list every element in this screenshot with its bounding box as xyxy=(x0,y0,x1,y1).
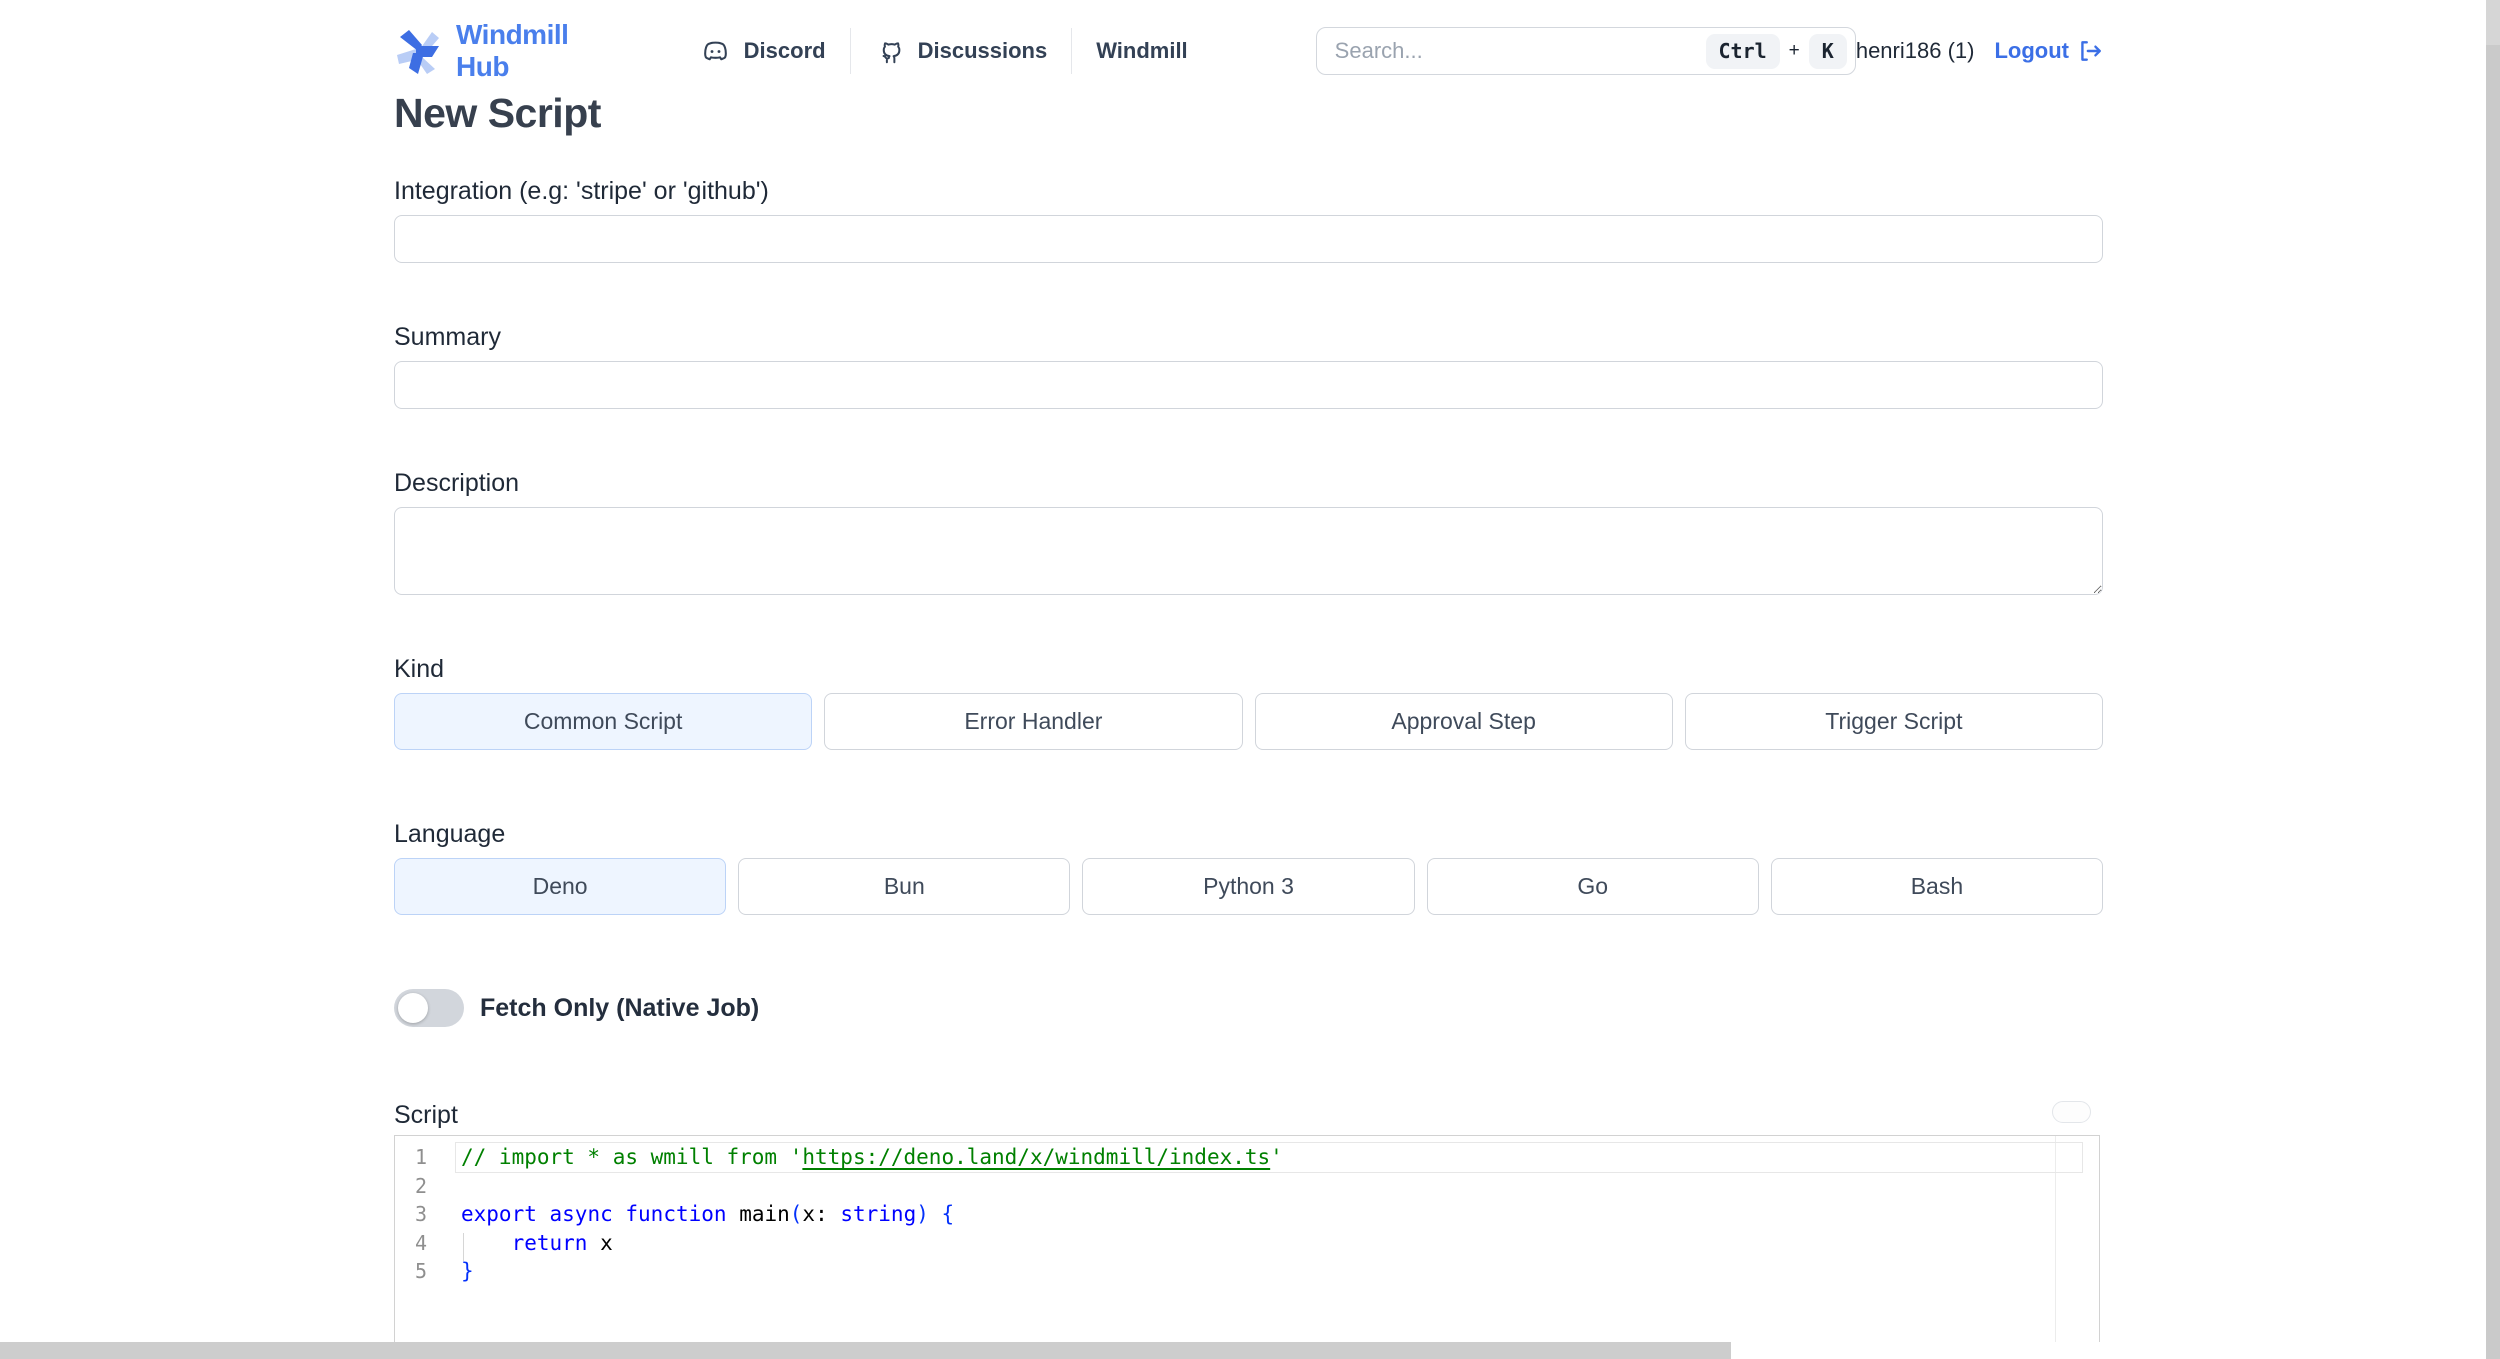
github-icon xyxy=(875,36,905,66)
logout-label: Logout xyxy=(1994,38,2069,63)
editor-code-lines: 1 // import * as wmill from 'https://den… xyxy=(395,1136,2099,1286)
line-number: 5 xyxy=(414,1259,427,1283)
code-line-text: return x xyxy=(511,1230,613,1255)
header: Windmill Hub Discord Discussions Windmil… xyxy=(394,0,2103,82)
search-input[interactable] xyxy=(1334,38,1706,64)
summary-input[interactable] xyxy=(394,361,2103,409)
kind-label: Kind xyxy=(394,655,445,683)
description-label: Description xyxy=(394,469,520,497)
kbd-ctrl: Ctrl xyxy=(1705,33,1780,69)
language-group: Language Deno Bun Python 3 Go Bash xyxy=(394,818,2104,915)
language-option-python3[interactable]: Python 3 xyxy=(1082,858,1415,915)
kind-group: Kind Common Script Error Handler Approva… xyxy=(394,653,2103,750)
kbd-k: K xyxy=(1808,33,1847,69)
fetch-only-group: Fetch Only (Native Job) xyxy=(394,989,2103,1027)
kind-option-error-handler[interactable]: Error Handler xyxy=(824,693,1243,750)
logout-icon xyxy=(2077,38,2103,64)
vertical-scrollbar-track[interactable] xyxy=(2486,0,2500,1359)
toggle-knob-icon xyxy=(398,993,428,1023)
language-option-bash[interactable]: Bash xyxy=(1770,858,2104,915)
kbd-plus: + xyxy=(1788,40,1800,61)
kind-option-trigger-script[interactable]: Trigger Script xyxy=(1684,693,2103,750)
nav-windmill-link[interactable]: Windmill xyxy=(1096,38,1187,64)
line-number: 3 xyxy=(414,1202,427,1226)
header-nav: Discord Discussions Windmill xyxy=(700,28,1188,74)
code-line-text: export async function main(x: string) { xyxy=(461,1202,955,1226)
integration-group: Integration (e.g: 'stripe' or 'github') xyxy=(394,175,2103,263)
code-line: 2 xyxy=(395,1172,2099,1201)
language-option-deno[interactable]: Deno xyxy=(394,858,727,915)
nav-discussions-label: Discussions xyxy=(917,38,1048,63)
fetch-only-toggle[interactable] xyxy=(394,989,464,1027)
script-label: Script xyxy=(394,1101,458,1129)
nav-divider xyxy=(849,28,851,74)
description-textarea[interactable] xyxy=(394,507,2103,595)
kind-option-approval-step[interactable]: Approval Step xyxy=(1254,693,1673,750)
code-line: 4 return x xyxy=(395,1229,2099,1258)
code-line: 5 } xyxy=(395,1257,2099,1286)
script-group: Script 1 // import * as wmill from 'http… xyxy=(394,1099,2103,1359)
horizontal-scrollbar-track[interactable] xyxy=(0,1342,2500,1359)
user-area: henri186 (1) Logout xyxy=(1856,38,2103,64)
code-editor[interactable]: 1 // import * as wmill from 'https://den… xyxy=(394,1135,2100,1359)
integration-input[interactable] xyxy=(394,215,2103,263)
kind-option-common-script[interactable]: Common Script xyxy=(394,693,813,750)
kind-options: Common Script Error Handler Approval Ste… xyxy=(394,693,2103,750)
nav-discussions-link[interactable]: Discussions xyxy=(875,36,1048,66)
brand-name: Windmill Hub xyxy=(456,19,569,82)
page-title: New Script xyxy=(394,90,601,136)
language-option-go[interactable]: Go xyxy=(1426,858,1759,915)
language-label: Language xyxy=(394,820,506,848)
fetch-only-label: Fetch Only (Native Job) xyxy=(480,993,760,1022)
logout-button[interactable]: Logout xyxy=(1994,38,2103,64)
language-option-bun[interactable]: Bun xyxy=(738,858,1071,915)
description-group: Description xyxy=(394,467,2103,595)
line-number: 4 xyxy=(414,1230,427,1255)
username-label[interactable]: henri186 (1) xyxy=(1856,38,1975,64)
search-shortcut: Ctrl + K xyxy=(1705,33,1847,69)
nav-discord-label: Discord xyxy=(743,38,826,63)
nav-discord-link[interactable]: Discord xyxy=(700,36,826,67)
code-line: 3 export async function main(x: string) … xyxy=(395,1200,2099,1229)
integration-label: Integration (e.g: 'stripe' or 'github') xyxy=(394,177,769,205)
line-number: 1 xyxy=(414,1145,427,1169)
horizontal-scrollbar-thumb[interactable] xyxy=(0,1342,1731,1359)
discord-icon xyxy=(700,36,731,67)
search-box[interactable]: Ctrl + K xyxy=(1315,27,1856,75)
brand-link[interactable]: Windmill Hub xyxy=(394,19,612,83)
code-line-text: // import * as wmill from 'https://deno.… xyxy=(461,1145,1283,1169)
line-number: 2 xyxy=(414,1173,427,1198)
summary-label: Summary xyxy=(394,323,501,351)
editor-mode-toggle[interactable] xyxy=(2052,1101,2091,1123)
vertical-scrollbar-thumb[interactable] xyxy=(2486,45,2500,1359)
code-line: 1 // import * as wmill from 'https://den… xyxy=(395,1143,2099,1172)
windmill-logo-icon xyxy=(394,27,442,75)
language-options: Deno Bun Python 3 Go Bash xyxy=(394,858,2104,915)
nav-windmill-label: Windmill xyxy=(1096,38,1188,63)
nav-divider xyxy=(1071,28,1073,74)
code-line-text: } xyxy=(461,1259,474,1283)
summary-group: Summary xyxy=(394,321,2103,409)
